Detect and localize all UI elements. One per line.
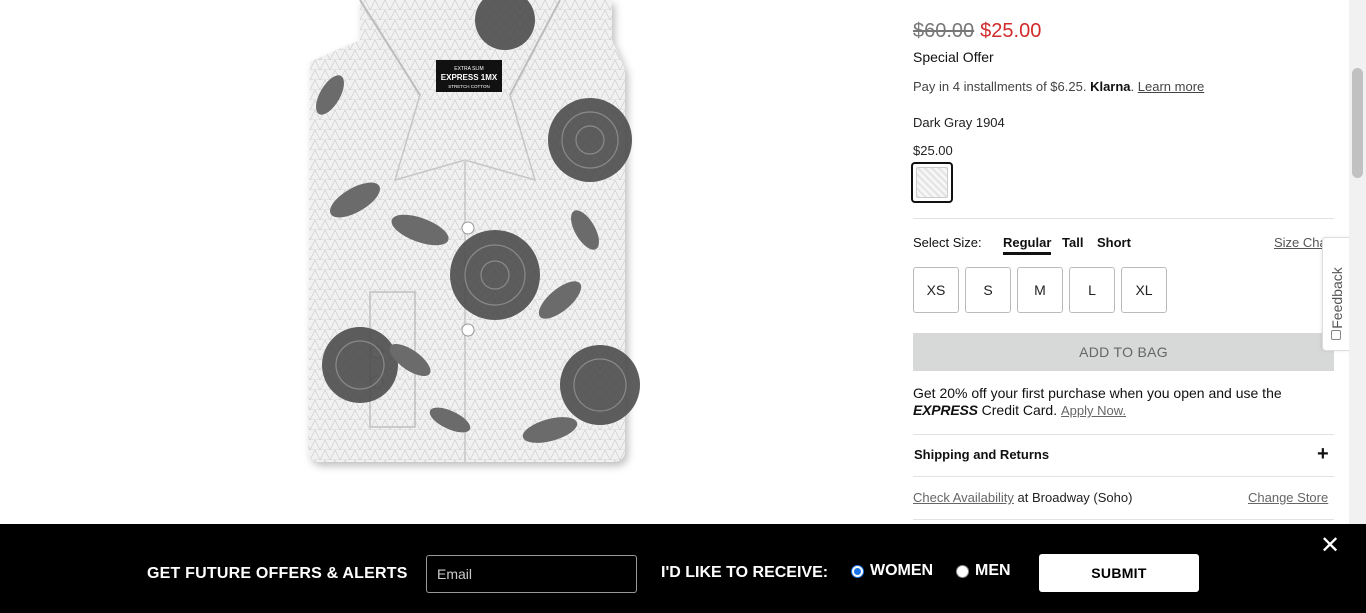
klarna-installments: Pay in 4 installments of $6.25. Klarna. … [913, 79, 1204, 94]
store-name: at Broadway (Soho) [1017, 490, 1133, 505]
size-button-m[interactable]: M [1017, 267, 1063, 313]
sale-price: $25.00 [980, 20, 1042, 42]
feedback-label: Feedback [1329, 267, 1345, 329]
fit-tab-tall[interactable]: Tall [1062, 235, 1083, 250]
radio-men-label: MEN [975, 562, 1011, 579]
klarna-period: . [1130, 79, 1135, 94]
color-price: $25.00 [913, 143, 953, 158]
shirt-label-line1: EXTRA SLIM [454, 66, 483, 72]
size-button-xs[interactable]: XS [913, 267, 959, 313]
product-image[interactable]: EXTRA SLIM EXPRESS 1MX STRETCH COTTON [300, 0, 645, 475]
radio-men[interactable] [956, 564, 969, 578]
apply-now-link[interactable]: Apply Now. [1061, 403, 1126, 418]
feedback-tab[interactable]: Feedback [1322, 237, 1350, 351]
divider [913, 218, 1334, 219]
page-scrollbar[interactable] [1349, 0, 1366, 613]
feedback-icon [1331, 330, 1341, 340]
divider [913, 519, 1334, 520]
shirt-label-line3: STRETCH COTTON [448, 84, 489, 89]
add-to-bag-button[interactable]: ADD TO BAG [913, 333, 1334, 371]
color-name: Dark Gray 1904 [913, 115, 1005, 130]
radio-option-men[interactable]: MEN [956, 562, 1011, 580]
check-availability-link[interactable]: Check Availability [913, 490, 1014, 505]
special-offer-label: Special Offer [913, 49, 994, 65]
swatch-pattern [916, 167, 948, 198]
promo-text-2: Credit Card. [981, 402, 1058, 418]
email-input[interactable] [426, 555, 637, 593]
shirt-illustration: EXTRA SLIM EXPRESS 1MX STRETCH COTTON [308, 0, 640, 462]
credit-card-promo: Get 20% off your first purchase when you… [913, 385, 1313, 419]
divider [913, 476, 1334, 477]
klarna-text: Pay in 4 installments of $6.25. [913, 79, 1087, 94]
klarna-learn-more-link[interactable]: Learn more [1138, 79, 1204, 94]
price-row: $60.00 $25.00 [913, 20, 1041, 43]
size-button-xl[interactable]: XL [1121, 267, 1167, 313]
radio-women-label: WOMEN [870, 562, 934, 579]
shipping-and-returns-toggle[interactable]: Shipping and Returns [914, 447, 1049, 462]
product-page: EXTRA SLIM EXPRESS 1MX STRETCH COTTON $6… [0, 0, 1366, 613]
radio-women[interactable] [851, 564, 864, 578]
offers-title: GET FUTURE OFFERS & ALERTS [147, 565, 408, 582]
radio-option-women[interactable]: WOMEN [851, 562, 933, 580]
size-button-l[interactable]: L [1069, 267, 1115, 313]
klarna-brand: Klarna [1090, 79, 1131, 94]
express-logo-text: EXPRESS [913, 402, 978, 418]
fit-tab-regular[interactable]: Regular [1003, 235, 1052, 255]
store-availability-row: Check Availability at Broadway (Soho) Ch… [913, 490, 1334, 505]
email-signup-bar: GET FUTURE OFFERS & ALERTS I'D LIKE TO R… [0, 524, 1366, 613]
size-button-s[interactable]: S [965, 267, 1011, 313]
change-store-link[interactable]: Change Store [1248, 490, 1328, 505]
shirt-label-brand: EXPRESS 1MX [441, 73, 498, 82]
close-icon[interactable]: ✕ [1320, 534, 1340, 558]
submit-button[interactable]: SUBMIT [1039, 554, 1199, 592]
size-buttons: XS S M L XL [913, 267, 1167, 313]
original-price: $60.00 [913, 20, 975, 42]
receive-label: I'D LIKE TO RECEIVE: [661, 564, 829, 581]
plus-icon[interactable]: + [1317, 442, 1329, 466]
fit-tab-short[interactable]: Short [1097, 235, 1131, 250]
select-size-label: Select Size: [913, 235, 982, 250]
color-swatch-dark-gray[interactable] [911, 162, 953, 203]
promo-text: Get 20% off your first purchase when you… [913, 385, 1282, 401]
scrollbar-thumb[interactable] [1352, 68, 1363, 178]
divider [913, 434, 1334, 435]
